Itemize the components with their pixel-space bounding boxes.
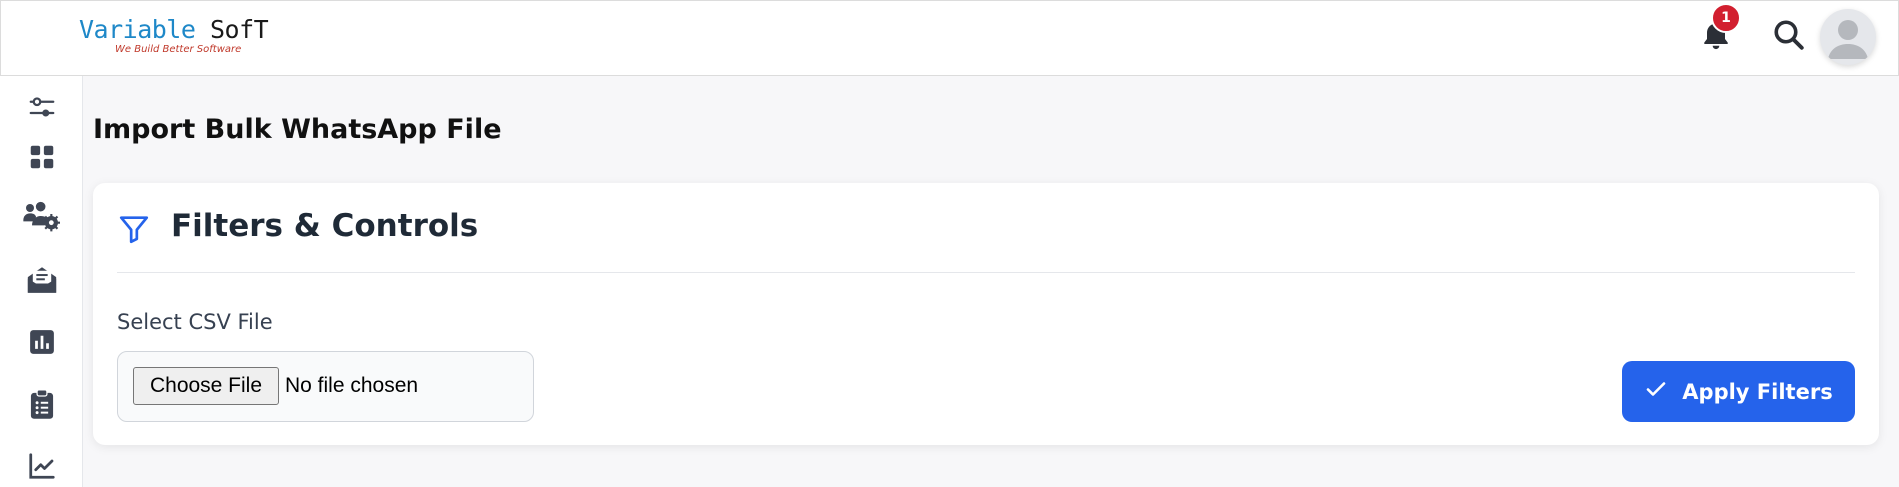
check-icon <box>1644 377 1668 406</box>
sidebar <box>0 76 83 487</box>
csv-file-input[interactable]: Choose File No file chosen <box>117 351 534 422</box>
choose-file-button[interactable]: Choose File <box>133 367 279 405</box>
logo-part2: SofT <box>209 15 269 44</box>
filter-icon <box>117 212 151 246</box>
page-title: Import Bulk WhatsApp File <box>93 114 502 145</box>
search-icon[interactable] <box>1771 17 1807 53</box>
logo-title: Variable SofT <box>79 15 269 44</box>
user-avatar-icon[interactable] <box>1820 9 1876 65</box>
apply-filters-button[interactable]: Apply Filters <box>1622 361 1855 422</box>
logo-part1: Variable <box>79 15 196 44</box>
users-gear-icon[interactable] <box>20 198 64 234</box>
sliders-icon[interactable] <box>20 90 64 126</box>
card-title: Filters & Controls <box>171 208 479 244</box>
file-status-text: No file chosen <box>285 374 419 397</box>
divider <box>117 272 1855 273</box>
logo-tagline: We Build Better Software <box>115 44 242 55</box>
line-chart-icon[interactable] <box>20 448 64 484</box>
clipboard-list-icon[interactable] <box>20 386 64 422</box>
grid-icon[interactable] <box>20 139 64 175</box>
company-logo[interactable]: Variable SofT We Build Better Software <box>79 15 269 59</box>
filters-card: Filters & Controls Select CSV File Choos… <box>93 183 1879 445</box>
notification-badge: 1 <box>1711 3 1741 33</box>
top-bar: Variable SofT We Build Better Software 1 <box>0 0 1899 76</box>
apply-filters-label: Apply Filters <box>1682 379 1833 404</box>
csv-file-label: Select CSV File <box>117 310 273 334</box>
envelope-open-icon[interactable] <box>20 262 64 298</box>
bar-chart-icon[interactable] <box>20 324 64 360</box>
